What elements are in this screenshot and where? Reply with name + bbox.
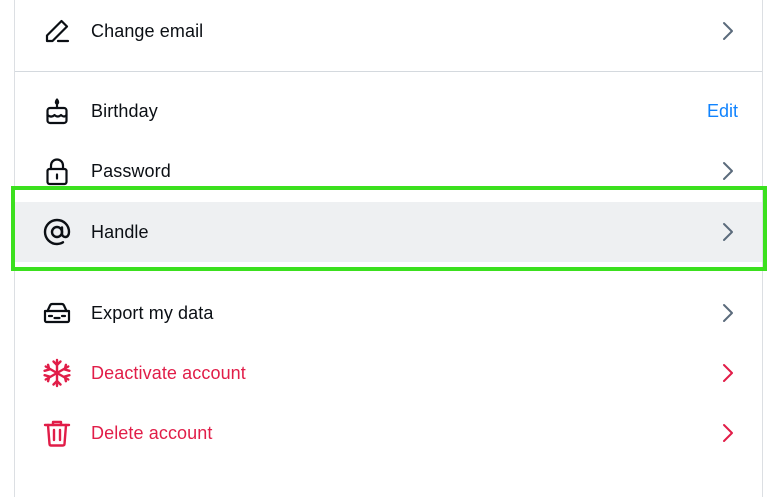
section-divider: [15, 71, 762, 72]
cake-icon: [40, 94, 74, 128]
delete-account-label: Delete account: [91, 422, 213, 443]
password-row[interactable]: Password: [15, 141, 762, 201]
export-my-data-row[interactable]: Export my data: [15, 283, 762, 343]
handle-row[interactable]: Handle: [15, 202, 762, 262]
change-email-label: Change email: [91, 20, 204, 41]
chevron-right-icon: [723, 304, 733, 322]
snowflake-icon: [40, 356, 74, 390]
chevron-right-icon: [723, 424, 733, 442]
chevron-right-icon: [723, 223, 733, 241]
chevron-right-icon: [723, 364, 733, 382]
trash-icon: [40, 416, 74, 450]
deactivate-account-row[interactable]: Deactivate account: [15, 343, 762, 403]
change-email-row[interactable]: Change email: [15, 1, 762, 61]
account-settings-panel: Change email Birthday Edit Password Hand…: [14, 0, 763, 497]
export-my-data-label: Export my data: [91, 302, 214, 323]
lock-icon: [40, 154, 74, 188]
pencil-icon: [40, 14, 74, 48]
password-label: Password: [91, 160, 171, 181]
deactivate-account-label: Deactivate account: [91, 362, 246, 383]
car-icon: [40, 296, 74, 330]
birthday-row: Birthday Edit: [15, 81, 762, 141]
at-icon: [40, 215, 74, 249]
handle-label: Handle: [91, 221, 149, 242]
delete-account-row[interactable]: Delete account: [15, 403, 762, 463]
birthday-label: Birthday: [91, 100, 158, 121]
chevron-right-icon: [723, 22, 733, 40]
chevron-right-icon: [723, 162, 733, 180]
edit-birthday-link[interactable]: Edit: [707, 101, 738, 122]
